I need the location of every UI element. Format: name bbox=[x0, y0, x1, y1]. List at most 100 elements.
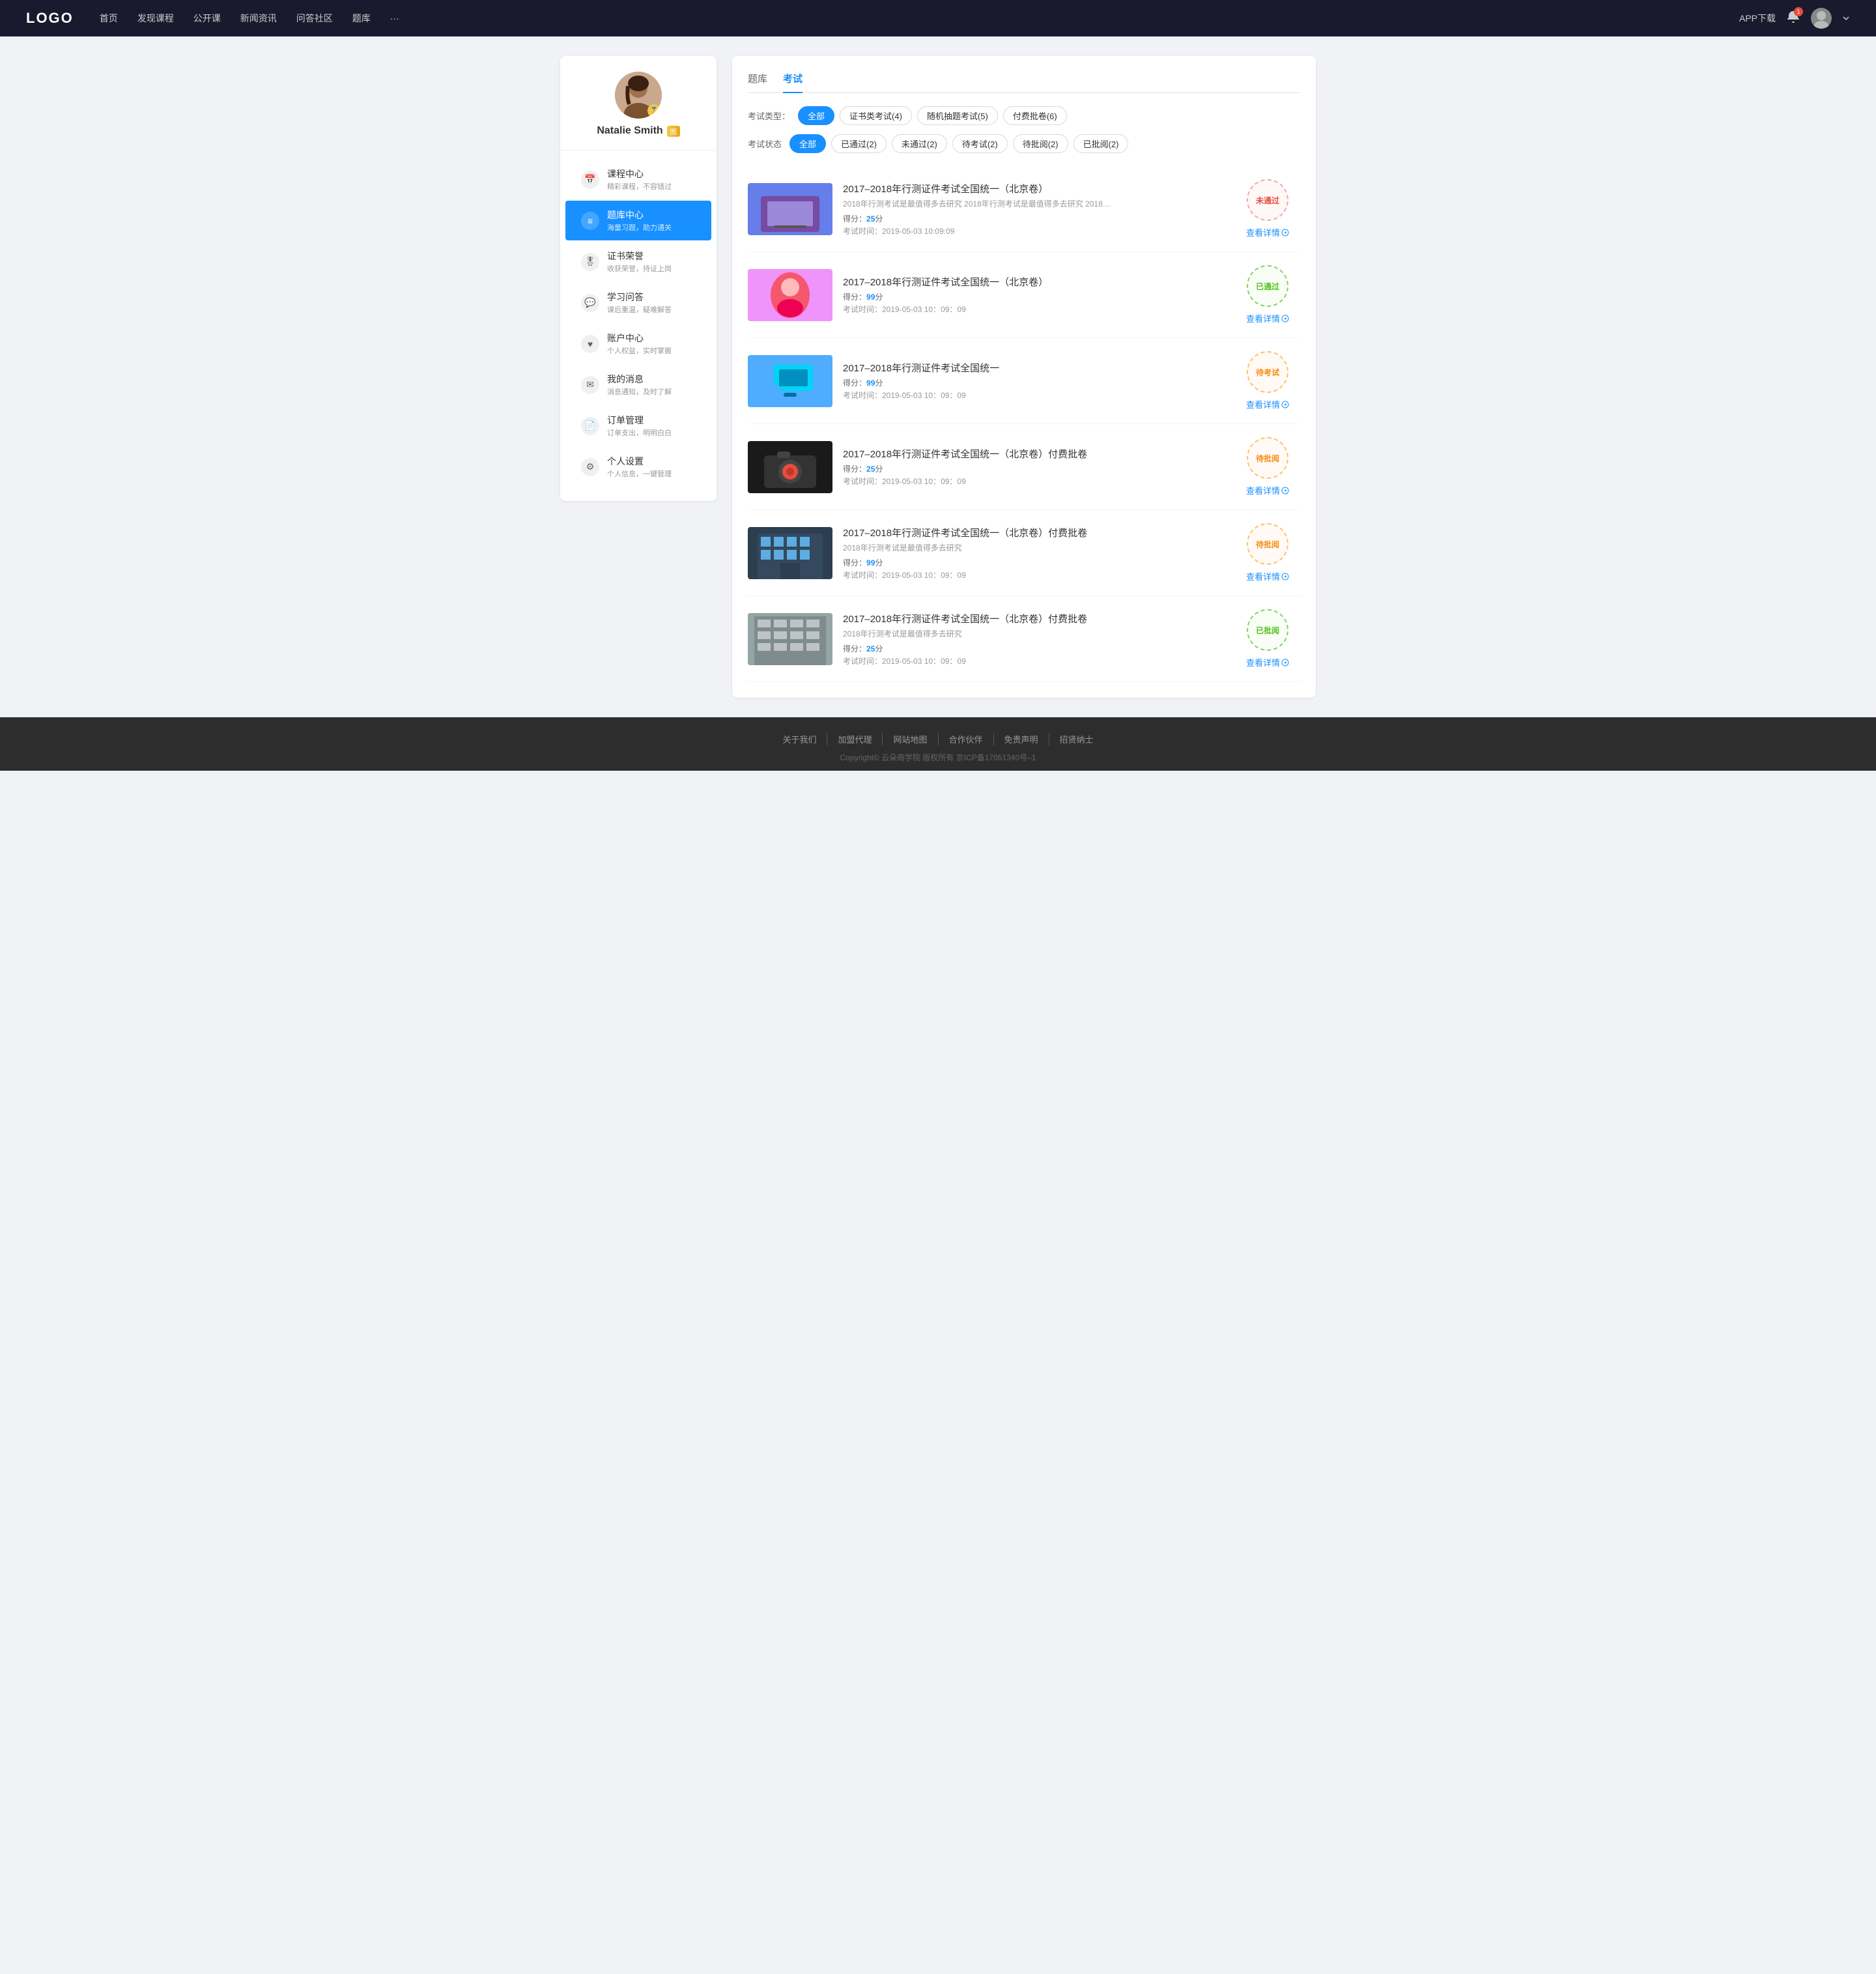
sidebar-item-settings[interactable]: ⚙个人设置个人信息，一键管理 bbox=[565, 447, 711, 487]
sidebar-item-question-bank[interactable]: ≡题库中心海量习题，助力通关 bbox=[565, 201, 711, 240]
sidebar-item-messages[interactable]: ✉我的消息消息通知，及时了解 bbox=[565, 365, 711, 405]
exam-title-2: 2017–2018年行测证件考试全国统一（北京卷） bbox=[843, 275, 1225, 289]
exam-list-item: 2017–2018年行测证件考试全国统一（北京卷）得分：99分考试时间：2019… bbox=[748, 252, 1300, 338]
exam-score-5: 得分：99分 bbox=[843, 557, 1225, 568]
exam-info-1: 2017–2018年行测证件考试全国统一（北京卷） 2018年行测考试是最值得多去… bbox=[843, 182, 1225, 236]
exam-right-3: 待考试查看详情 bbox=[1235, 351, 1300, 410]
exam-detail-link-4[interactable]: 查看详情 bbox=[1246, 484, 1289, 496]
footer-link-网站地图[interactable]: 网站地图 bbox=[883, 733, 938, 745]
question-bank-subtitle: 海量习题，助力通关 bbox=[607, 222, 696, 233]
account-title: 账户中心 bbox=[607, 332, 696, 345]
tab-考试[interactable]: 考试 bbox=[783, 72, 803, 92]
exam-list-item: 2017–2018年行测证件考试全国统一（北京卷） 2018年行测考试是最值得多去… bbox=[748, 166, 1300, 252]
nav-item-opencourse[interactable]: 公开课 bbox=[193, 12, 221, 25]
exam-title-3: 2017–2018年行测证件考试全国统一 bbox=[843, 361, 1225, 375]
exam-detail-link-1[interactable]: 查看详情 bbox=[1246, 226, 1289, 238]
exam-time-5: 考试时间：2019-05-03 10：09：09 bbox=[843, 569, 1225, 580]
type-filter-row: 考试类型： 全部证书类考试(4) 随机抽题考试(5) 付费批卷(6) bbox=[748, 106, 1300, 125]
exam-detail-link-3[interactable]: 查看详情 bbox=[1246, 398, 1289, 410]
account-icon: ♥ bbox=[581, 335, 599, 353]
logo[interactable]: LOGO bbox=[26, 10, 74, 27]
status-filter-已通过(2)[interactable]: 已通过(2) bbox=[831, 134, 887, 153]
exam-right-4: 待批阅查看详情 bbox=[1235, 437, 1300, 496]
exam-status-stamp-3: 待考试 bbox=[1247, 351, 1288, 393]
sidebar-item-account[interactable]: ♥账户中心个人权益，实时掌握 bbox=[565, 324, 711, 364]
footer: 关于我们加盟代理网站地图合作伙伴免责声明招贤纳士 Copyright© 云朵商学… bbox=[0, 717, 1876, 771]
exam-status-stamp-4: 待批阅 bbox=[1247, 437, 1288, 479]
exam-score-2: 得分：99分 bbox=[843, 291, 1225, 302]
exam-right-6: 已批阅查看详情 bbox=[1235, 609, 1300, 668]
exam-thumb-1 bbox=[748, 183, 832, 235]
exam-desc-5: 2018年行测考试是最值得多去研究 bbox=[843, 542, 1116, 553]
exam-desc-1: 2018年行测考试是最值得多去研究 2018年行测考试是最值得多去研究 2018… bbox=[843, 198, 1116, 209]
status-filter-待考试(2)[interactable]: 待考试(2) bbox=[952, 134, 1008, 153]
nav-item-qa[interactable]: 问答社区 bbox=[296, 12, 333, 25]
exam-title-6: 2017–2018年行测证件考试全国统一（北京卷）付费批卷 bbox=[843, 612, 1225, 625]
exam-status-stamp-5: 待批阅 bbox=[1247, 523, 1288, 565]
navbar: LOGO 首页 发现课程 公开课 新闻资讯 问答社区 题库 ··· APP下载 1 bbox=[0, 0, 1876, 36]
sidebar-item-study-qa[interactable]: 💬学习问答课后重温，疑难解答 bbox=[565, 283, 711, 322]
type-filter-全部[interactable]: 全部 bbox=[798, 106, 834, 125]
status-filter-已批阅(2)[interactable]: 已批阅(2) bbox=[1073, 134, 1129, 153]
sidebar-item-orders[interactable]: 📄订单管理订单支出，明明白白 bbox=[565, 406, 711, 446]
notification-bell[interactable]: 1 bbox=[1786, 10, 1800, 27]
content-area: 题库考试 考试类型： 全部证书类考试(4) 随机抽题考试(5) 付费批卷(6) 考试… bbox=[732, 56, 1316, 698]
user-avatar-nav[interactable] bbox=[1811, 8, 1832, 29]
type-filter-label: 考试类型： bbox=[748, 109, 790, 122]
tab-题库[interactable]: 题库 bbox=[748, 72, 767, 92]
nav-menu: 首页 发现课程 公开课 新闻资讯 问答社区 题库 ··· bbox=[100, 12, 1739, 25]
footer-link-关于我们[interactable]: 关于我们 bbox=[772, 733, 827, 745]
exam-time-4: 考试时间：2019-05-03 10：09：09 bbox=[843, 476, 1225, 487]
exam-list: 2017–2018年行测证件考试全国统一（北京卷） 2018年行测考试是最值得多去… bbox=[748, 166, 1300, 682]
type-filter-随机抽题考试(5)[interactable]: 随机抽题考试(5) bbox=[917, 106, 998, 125]
footer-link-加盟代理[interactable]: 加盟代理 bbox=[827, 733, 883, 745]
exam-status-stamp-2: 已通过 bbox=[1247, 265, 1288, 307]
certificate-title: 证书荣誉 bbox=[607, 250, 696, 263]
exam-score-1: 得分：25分 bbox=[843, 213, 1225, 224]
footer-link-免责声明[interactable]: 免责声明 bbox=[994, 733, 1049, 745]
exam-time-1: 考试时间：2019-05-03 10:09:09 bbox=[843, 225, 1225, 236]
sidebar-username: Natalie Smith 图 bbox=[597, 125, 679, 137]
tab-bar: 题库考试 bbox=[748, 72, 1300, 93]
status-filter-全部[interactable]: 全部 bbox=[789, 134, 826, 153]
exam-score-6: 得分：25分 bbox=[843, 643, 1225, 654]
sidebar-item-course-center[interactable]: 📅课程中心精彩课程，不容错过 bbox=[565, 160, 711, 199]
exam-detail-link-5[interactable]: 查看详情 bbox=[1246, 570, 1289, 582]
sidebar-item-certificate[interactable]: 🎖证书荣誉收获荣誉，持证上岗 bbox=[565, 242, 711, 281]
app-download-link[interactable]: APP下载 bbox=[1739, 12, 1776, 25]
status-filter-未通过(2)[interactable]: 未通过(2) bbox=[892, 134, 947, 153]
exam-detail-link-6[interactable]: 查看详情 bbox=[1246, 656, 1289, 668]
exam-right-5: 待批阅查看详情 bbox=[1235, 523, 1300, 582]
vip-badge: 图 bbox=[667, 126, 680, 137]
course-center-icon: 📅 bbox=[581, 171, 599, 189]
exam-title-1: 2017–2018年行测证件考试全国统一（北京卷） bbox=[843, 182, 1225, 195]
footer-links: 关于我们加盟代理网站地图合作伙伴免责声明招贤纳士 bbox=[0, 733, 1876, 745]
messages-title: 我的消息 bbox=[607, 373, 696, 386]
exam-thumb-6 bbox=[748, 613, 832, 665]
exam-title-4: 2017–2018年行测证件考试全国统一（北京卷）付费批卷 bbox=[843, 447, 1225, 461]
nav-item-more[interactable]: ··· bbox=[390, 13, 399, 23]
footer-link-合作伙伴[interactable]: 合作伙伴 bbox=[939, 733, 994, 745]
exam-right-2: 已通过查看详情 bbox=[1235, 265, 1300, 324]
exam-list-item: 2017–2018年行测证件考试全国统一（北京卷）付费批卷2018年行测考试是最… bbox=[748, 510, 1300, 596]
study-qa-title: 学习问答 bbox=[607, 291, 696, 304]
settings-icon: ⚙ bbox=[581, 458, 599, 476]
exam-desc-6: 2018年行测考试是最值得多去研究 bbox=[843, 628, 1116, 639]
exam-thumb-3 bbox=[748, 355, 832, 407]
exam-thumb-2 bbox=[748, 269, 832, 321]
type-filter-付费批卷(6)[interactable]: 付费批卷(6) bbox=[1003, 106, 1067, 125]
status-filter-label: 考试状态 bbox=[748, 137, 782, 150]
nav-item-news[interactable]: 新闻资讯 bbox=[240, 12, 277, 25]
question-bank-icon: ≡ bbox=[581, 212, 599, 230]
sidebar-profile: 🏅 Natalie Smith 图 bbox=[560, 72, 717, 150]
type-filter-证书类考试(4)[interactable]: 证书类考试(4) bbox=[840, 106, 912, 125]
status-filter-待批阅(2)[interactable]: 待批阅(2) bbox=[1013, 134, 1068, 153]
nav-item-questionbank[interactable]: 题库 bbox=[352, 12, 371, 25]
exam-time-6: 考试时间：2019-05-03 10：09：09 bbox=[843, 655, 1225, 666]
exam-thumb-4 bbox=[748, 441, 832, 493]
exam-detail-link-2[interactable]: 查看详情 bbox=[1246, 312, 1289, 324]
nav-item-discover[interactable]: 发现课程 bbox=[137, 12, 174, 25]
user-badge-icon: 🏅 bbox=[647, 104, 661, 117]
nav-item-home[interactable]: 首页 bbox=[100, 12, 118, 25]
footer-link-招贤纳士[interactable]: 招贤纳士 bbox=[1049, 733, 1104, 745]
